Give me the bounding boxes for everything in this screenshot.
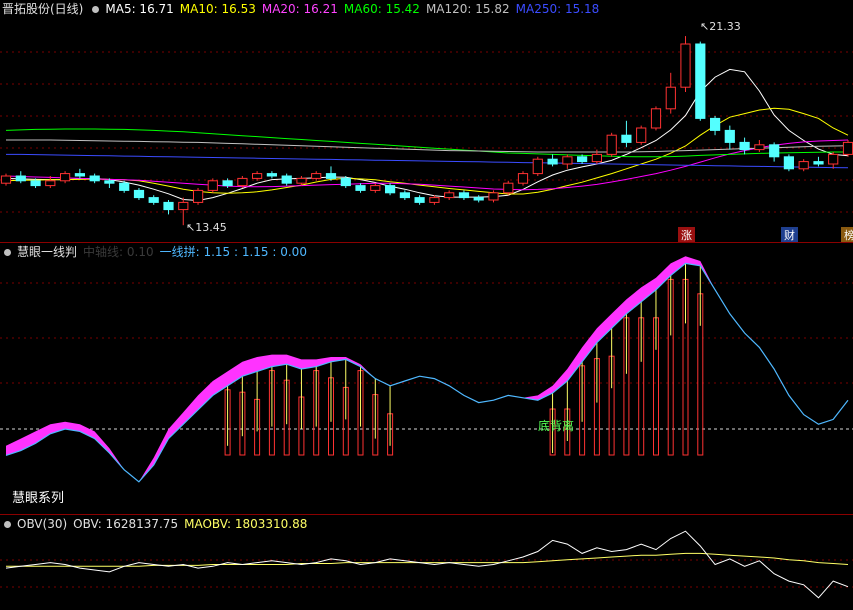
signal-label: 底背离 bbox=[538, 419, 575, 433]
candle-body bbox=[15, 175, 26, 182]
candle-body bbox=[532, 158, 543, 175]
obv-legend: OBV(30) OBV: 1628137.75 MAOBV: 1803310.8… bbox=[0, 515, 313, 533]
indicator-value: 一线拼: 1.15 : 1.15 : 0.00 bbox=[159, 245, 307, 259]
candle-body bbox=[650, 108, 662, 129]
candle-body bbox=[606, 134, 617, 155]
candle-body bbox=[45, 180, 56, 187]
low-price-label: ↖13.45 bbox=[186, 221, 227, 234]
candle-body bbox=[163, 201, 174, 211]
candle-body bbox=[754, 144, 765, 151]
ma-legend-item: MA120: 15.82 bbox=[425, 2, 510, 16]
candle-body bbox=[798, 161, 809, 170]
candle-body bbox=[813, 161, 824, 165]
stock-name: 晋拓股份(日线) bbox=[2, 2, 84, 16]
candle-body bbox=[148, 197, 159, 203]
candle-body bbox=[133, 189, 145, 199]
candle-body bbox=[340, 177, 351, 187]
candle-body bbox=[577, 156, 588, 163]
candle-body bbox=[739, 141, 750, 151]
candle-body bbox=[325, 173, 337, 179]
candle-body bbox=[665, 86, 676, 110]
candle-body bbox=[104, 180, 115, 184]
candle-body bbox=[710, 117, 721, 131]
price-legend: 晋拓股份(日线) MA5: 16.71 MA10: 16.53 MA20: 16.2… bbox=[0, 0, 611, 18]
candle-body bbox=[281, 175, 292, 184]
candle-body bbox=[207, 180, 218, 191]
candle-body bbox=[414, 197, 425, 203]
candle-body bbox=[399, 192, 410, 199]
candle-body bbox=[252, 173, 263, 179]
candle-body bbox=[828, 153, 839, 165]
candle-body bbox=[547, 158, 558, 165]
ma-legend-item: MA10: 16.53 bbox=[179, 2, 256, 16]
ma-legend-item: MA60: 15.42 bbox=[343, 2, 420, 16]
candle-body bbox=[695, 43, 706, 119]
obv-pane[interactable]: OBV(30) OBV: 1628137.75 MAOBV: 1803310.8… bbox=[0, 515, 853, 610]
candle-body bbox=[311, 173, 322, 179]
candle-body bbox=[266, 173, 277, 177]
candle-body bbox=[680, 43, 691, 88]
obv-value: OBV: 1628137.75 bbox=[73, 517, 179, 531]
price-pane[interactable]: 晋拓股份(日线) MA5: 16.71 MA10: 16.53 MA20: 16.2… bbox=[0, 0, 853, 243]
obv-line bbox=[5, 530, 849, 599]
candle-body bbox=[517, 173, 529, 184]
low-marker-icon: ↖ bbox=[186, 221, 196, 234]
indicator-dot-icon[interactable] bbox=[4, 248, 11, 256]
ma-legend-item: MA20: 16.21 bbox=[261, 2, 338, 16]
indicator-title: 慧眼一线判 bbox=[17, 245, 78, 259]
candle-body bbox=[237, 177, 248, 187]
candle-body bbox=[636, 127, 647, 143]
candle-body bbox=[769, 144, 780, 158]
indicator-band bbox=[6, 256, 848, 482]
ma-line bbox=[5, 128, 848, 158]
high-marker-icon: ↖ bbox=[700, 20, 710, 33]
candle-body bbox=[429, 197, 440, 203]
candle-body bbox=[488, 192, 499, 201]
candle-body bbox=[60, 173, 71, 182]
ma-legend-item: MA250: 15.18 bbox=[515, 2, 600, 16]
candle-body bbox=[385, 185, 396, 194]
candle-body bbox=[458, 192, 470, 199]
candle-body bbox=[355, 185, 366, 191]
ma-line bbox=[5, 107, 849, 195]
candle-body bbox=[591, 153, 602, 163]
obv-title: OBV(30) bbox=[17, 517, 68, 531]
indicator-line bbox=[5, 262, 849, 483]
obv-dot-icon[interactable] bbox=[4, 520, 11, 528]
indicator-chart[interactable] bbox=[0, 243, 853, 514]
candle-body bbox=[193, 189, 204, 203]
candle-body bbox=[89, 175, 100, 182]
candle-body bbox=[119, 182, 130, 191]
candle-body bbox=[842, 141, 853, 155]
candle-body bbox=[473, 197, 484, 201]
candle-body bbox=[222, 180, 233, 187]
tag-bang[interactable]: 榜 bbox=[841, 227, 853, 243]
candle-body bbox=[444, 192, 455, 199]
candle-body bbox=[74, 173, 86, 177]
high-price-label: ↖21.33 bbox=[700, 20, 741, 33]
ma-line bbox=[6, 139, 849, 153]
candle-body bbox=[621, 134, 632, 143]
ma-legend: MA5: 16.71 MA10: 16.53 MA20: 16.21 MA60: 15… bbox=[105, 0, 605, 18]
indicator-legend: 慧眼一线判 中轴线: 0.10 一线拼: 1.15 : 1.15 : 0.00 bbox=[0, 243, 313, 261]
price-chart[interactable] bbox=[0, 0, 853, 242]
candle-body bbox=[724, 129, 735, 143]
settings-dot-icon[interactable] bbox=[92, 5, 100, 13]
indicator-faded-value: 中轴线: 0.10 bbox=[83, 245, 154, 259]
candle-body bbox=[370, 185, 381, 191]
candle-body bbox=[562, 156, 573, 165]
candle-body bbox=[30, 180, 41, 187]
candle-body bbox=[503, 182, 514, 194]
candle-body bbox=[783, 156, 794, 170]
candle-body bbox=[296, 177, 307, 184]
tag-cai[interactable]: 财 bbox=[781, 227, 798, 243]
candle-body bbox=[0, 175, 12, 184]
maobv-value: MAOBV: 1803310.88 bbox=[184, 517, 308, 531]
indicator-pane[interactable]: 慧眼一线判 中轴线: 0.10 一线拼: 1.15 : 1.15 : 0.00 … bbox=[0, 243, 853, 514]
ma-legend-item: MA5: 16.71 bbox=[105, 2, 174, 16]
series-label: 慧眼系列 bbox=[12, 491, 65, 506]
tag-zhang[interactable]: 涨 bbox=[678, 227, 695, 243]
candle-body bbox=[178, 201, 189, 211]
